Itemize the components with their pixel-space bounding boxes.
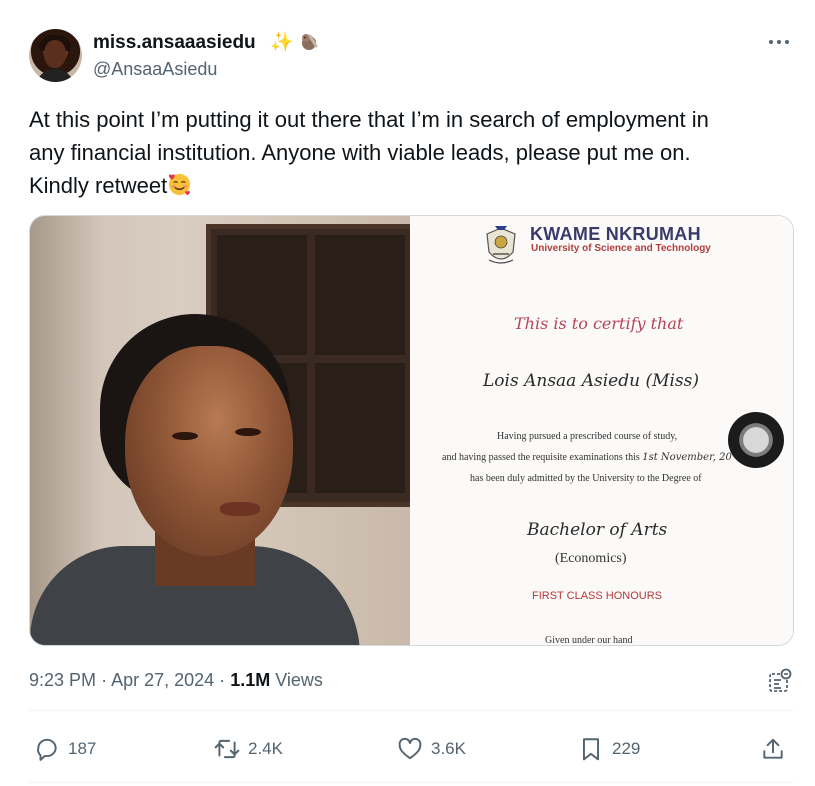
overlay-ring-icon[interactable] bbox=[728, 412, 784, 468]
otter-emoji bbox=[302, 34, 318, 50]
tweet-text-line: At this point I’m putting it out there t… bbox=[29, 107, 709, 132]
bookmark-count: 229 bbox=[612, 739, 641, 758]
tweet-text: At this point I’m putting it out there t… bbox=[29, 103, 789, 202]
tweet-time[interactable]: 9:23 PM bbox=[29, 670, 96, 690]
given-line: Given under our hand bbox=[545, 635, 633, 646]
certificate-line: and having passed the requisite examinat… bbox=[442, 452, 732, 463]
repost-count: 2.4K bbox=[248, 739, 283, 758]
like-icon bbox=[398, 737, 422, 760]
views-label: Views bbox=[275, 670, 323, 690]
certificate-photo[interactable]: KWAME NKRUMAH University of Science and … bbox=[410, 216, 793, 646]
like-button[interactable]: 3.6K bbox=[397, 735, 466, 763]
views-count: 1.1M bbox=[230, 670, 271, 690]
repost-icon bbox=[214, 739, 240, 759]
tweet-meta: 9:23 PM · Apr 27, 2024 · 1.1M Views bbox=[29, 670, 323, 691]
divider bbox=[29, 782, 793, 783]
like-count: 3.6K bbox=[431, 739, 466, 758]
certificate-line-segment: and having passed the requisite examinat… bbox=[442, 452, 640, 463]
tweet-date[interactable]: Apr 27, 2024 bbox=[111, 670, 214, 690]
reply-button[interactable]: 187 bbox=[34, 735, 96, 763]
bookmark-button[interactable]: 229 bbox=[578, 735, 640, 763]
meta-separator: · bbox=[219, 670, 226, 690]
more-icon[interactable] bbox=[766, 32, 792, 52]
display-name[interactable]: miss.ansaaasiedu bbox=[93, 32, 256, 54]
sparkles-emoji: ✨ bbox=[270, 32, 294, 53]
selfie-photo[interactable] bbox=[30, 216, 410, 645]
tweet-text-line: any financial institution. Anyone with v… bbox=[29, 140, 691, 165]
certificate-line: Having pursued a prescribed course of st… bbox=[497, 431, 678, 442]
share-button[interactable] bbox=[760, 735, 786, 763]
university-crest-icon bbox=[486, 226, 516, 264]
university-subtitle: University of Science and Technology bbox=[531, 243, 711, 254]
avatar[interactable] bbox=[29, 29, 82, 82]
reply-count: 187 bbox=[68, 739, 97, 758]
recipient-name: Lois Ansaa Asiedu (Miss) bbox=[483, 371, 700, 391]
bookmark-icon bbox=[582, 738, 600, 761]
tweet-text-segment: Kindly retweet bbox=[29, 173, 168, 198]
tweet: miss.ansaaasiedu ✨ @AnsaaAsiedu At this … bbox=[0, 0, 815, 786]
meta-separator: · bbox=[101, 670, 108, 690]
certificate-line: has been duly admitted by the University… bbox=[470, 473, 702, 484]
degree-major: (Economics) bbox=[555, 551, 627, 566]
handle[interactable]: @AnsaaAsiedu bbox=[93, 59, 217, 80]
university-name: KWAME NKRUMAH bbox=[530, 224, 701, 244]
reply-icon bbox=[37, 738, 57, 761]
smiling-face-with-hearts-emoji bbox=[169, 173, 191, 196]
media-grid[interactable]: KWAME NKRUMAH University of Science and … bbox=[29, 215, 794, 646]
degree-title: Bachelor of Arts bbox=[527, 520, 668, 540]
divider bbox=[29, 710, 793, 711]
honours-label: FIRST CLASS HONOURS bbox=[532, 590, 662, 602]
share-icon bbox=[763, 738, 783, 759]
repost-button[interactable]: 2.4K bbox=[214, 735, 283, 763]
certificate-date: 1st November, 20 bbox=[642, 452, 732, 463]
certify-line: This is to certify that bbox=[514, 314, 684, 333]
analytics-icon[interactable] bbox=[768, 668, 792, 694]
tweet-text-line: Kindly retweet bbox=[29, 169, 789, 202]
